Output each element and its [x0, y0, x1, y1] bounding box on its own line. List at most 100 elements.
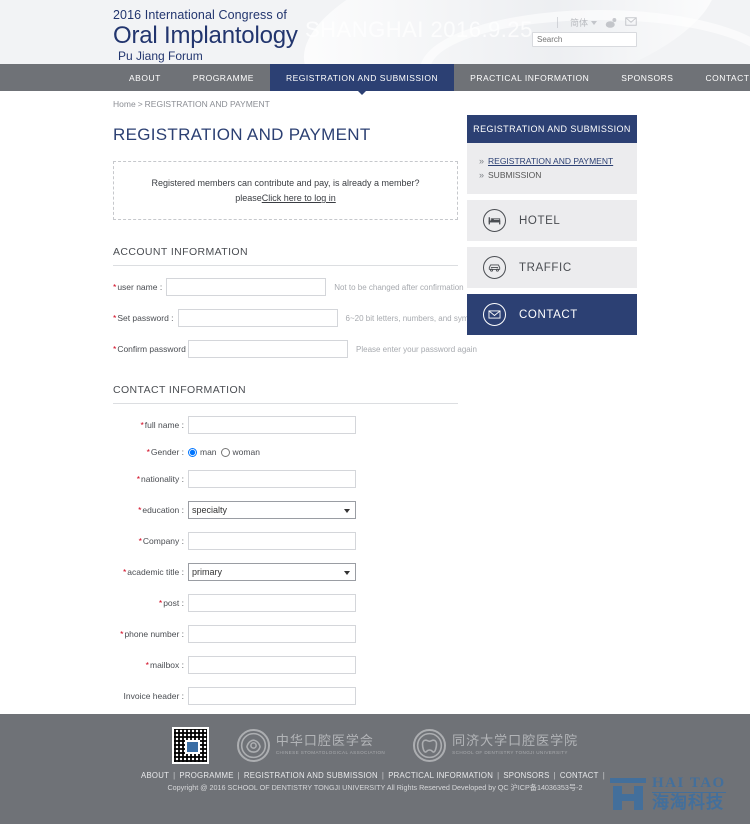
username-input[interactable]	[166, 278, 327, 296]
field-row-post: *post :	[113, 594, 458, 612]
sidebar-item-submission[interactable]: » SUBMISSION	[479, 170, 637, 180]
haitao-h-logo-icon	[610, 776, 646, 812]
confirm-password-input[interactable]	[188, 340, 348, 358]
footer-nav-contact[interactable]: CONTACT	[560, 771, 599, 780]
site-logo[interactable]: 2016 International Congress of Oral Impl…	[113, 8, 298, 63]
gender-option-woman[interactable]: woman	[220, 447, 260, 457]
field-row-nationality: *nationality :	[113, 470, 458, 488]
hint-username: Not to be changed after confirmation	[334, 282, 464, 292]
label-gender-text: Gender :	[150, 447, 184, 457]
label-company: *Company :	[113, 536, 188, 546]
chinese-stomatological-association-logo[interactable]: 中华口腔医学会 CHINESE STOMATOLOGICAL ASSOCIATI…	[236, 728, 385, 762]
nav-item-programme[interactable]: PROGRAMME	[177, 64, 270, 91]
required-marker: *	[138, 505, 142, 515]
breadcrumb-home[interactable]: Home	[113, 99, 136, 109]
chevron-right-icon: »	[479, 170, 485, 180]
haitao-watermark: HAI TAO 海淘科技	[602, 770, 750, 818]
footer-nav-programme[interactable]: PROGRAMME	[179, 771, 233, 780]
invoice-header-input[interactable]	[188, 687, 356, 705]
company-input[interactable]	[188, 532, 356, 550]
required-marker: *	[120, 629, 124, 639]
sidebar-box-label: HOTEL	[519, 214, 561, 227]
label-nationality-text: nationality :	[141, 474, 184, 484]
gender-option-man[interactable]: man	[188, 447, 217, 457]
field-row-education: *education : specialty	[113, 501, 458, 519]
label-company-text: Company :	[142, 536, 184, 546]
csa-name-cn: 中华口腔医学会	[275, 734, 374, 749]
required-marker: *	[138, 536, 142, 546]
logo-line-title: Oral Implantology	[113, 22, 298, 49]
footer-nav-about[interactable]: ABOUT	[141, 771, 169, 780]
full-name-input[interactable]	[188, 416, 356, 434]
label-username-text: user name :	[117, 282, 163, 292]
field-row-confirm-password: *Confirm password : Please enter your pa…	[113, 340, 477, 358]
search-box[interactable]	[532, 32, 663, 60]
field-row-academic-title: *academic title : primary	[113, 563, 458, 581]
sidebar-box-contact[interactable]: CONTACT	[467, 294, 637, 335]
nationality-input[interactable]	[188, 470, 356, 488]
main-navigation: ABOUT PROGRAMME REGISTRATION AND SUBMISS…	[0, 64, 750, 95]
section-title-contact-information: CONTACT INFORMATION	[113, 384, 458, 404]
field-row-phone-number: *phone number :	[113, 625, 458, 643]
academic-title-select[interactable]: primary	[188, 563, 356, 581]
label-post: *post :	[113, 598, 188, 608]
notice-prefix: please	[235, 193, 262, 203]
search-input[interactable]	[537, 33, 647, 46]
weibo-icon[interactable]	[605, 17, 617, 28]
gender-radio-man[interactable]	[188, 447, 197, 457]
phone-number-input[interactable]	[188, 625, 356, 643]
required-marker: *	[146, 447, 150, 457]
post-input[interactable]	[188, 594, 356, 612]
footer-nav-divider: |	[553, 771, 556, 780]
nav-item-about[interactable]: ABOUT	[113, 64, 177, 91]
language-switcher[interactable]: 简体	[570, 16, 597, 29]
tongji-dentistry-logo[interactable]: 同济大学口腔医学院 SCHOOL OF DENTISTRY TONGJI UNI…	[413, 728, 579, 762]
label-confirm-password-text: Confirm password :	[117, 344, 191, 354]
mailbox-input[interactable]	[188, 656, 356, 674]
footer-nav-divider: |	[381, 771, 385, 780]
sidebar-box-traffic[interactable]: TRAFFIC	[467, 247, 637, 288]
footer-nav-practical-information[interactable]: PRACTICAL INFORMATION	[388, 771, 493, 780]
nav-item-registration-and-submission[interactable]: REGISTRATION AND SUBMISSION	[269, 64, 455, 95]
site-footer: 中华口腔医学会 CHINESE STOMATOLOGICAL ASSOCIATI…	[0, 714, 750, 824]
nav-item-practical-information[interactable]: PRACTICAL INFORMATION	[454, 64, 605, 91]
qr-code-icon	[171, 726, 209, 764]
label-phone-number: *phone number :	[113, 629, 188, 639]
utility-divider	[556, 17, 558, 28]
breadcrumb-current: REGISTRATION AND PAYMENT	[144, 99, 270, 109]
gender-radio-group[interactable]: man woman	[188, 447, 260, 457]
breadcrumb: Home > REGISTRATION AND PAYMENT	[113, 91, 637, 109]
gender-radio-woman[interactable]	[220, 447, 230, 457]
label-set-password: *Set password :	[113, 313, 178, 323]
nav-item-sponsors[interactable]: SPONSORS	[605, 64, 689, 91]
required-marker: *	[113, 282, 117, 292]
footer-nav-sponsors[interactable]: SPONSORS	[503, 771, 549, 780]
car-icon	[483, 256, 506, 279]
required-marker: *	[122, 567, 127, 577]
sidebar-item-registration-and-payment[interactable]: » REGISTRATION AND PAYMENT	[479, 156, 637, 166]
page-root: 2016 International Congress of Oral Impl…	[0, 0, 750, 824]
set-password-input[interactable]	[177, 309, 338, 327]
page-title: REGISTRATION AND PAYMENT	[113, 125, 371, 144]
sidebar-box-hotel[interactable]: HOTEL	[467, 200, 637, 241]
tongji-name-cn: 同济大学口腔医学院	[452, 734, 579, 749]
language-label: 简体	[569, 18, 588, 28]
login-link[interactable]: Click here to log in	[262, 193, 336, 203]
label-invoice-header: Invoice header :	[113, 691, 188, 701]
field-row-company: *Company :	[113, 532, 458, 550]
notice-line-2: pleaseClick here to log in	[124, 191, 447, 206]
education-select-wrapper[interactable]: specialty	[188, 501, 356, 519]
nav-item-contact[interactable]: CONTACT	[689, 64, 750, 91]
sidebar-item-label: SUBMISSION	[488, 170, 542, 180]
label-invoice-header-text: Invoice header :	[123, 691, 184, 701]
footer-nav-registration-and-submission[interactable]: REGISTRATION AND SUBMISSION	[244, 771, 378, 780]
label-phone-number-text: phone number :	[124, 629, 184, 639]
main-column: REGISTRATION AND PAYMENT Registered memb…	[113, 109, 483, 766]
footer-nav-divider: |	[497, 771, 500, 780]
label-education: *education :	[113, 505, 188, 515]
hint-set-password: 6~20 bit letters, numbers, and symbols	[345, 313, 484, 323]
sidebar-box-label: CONTACT	[519, 308, 578, 321]
academic-title-select-wrapper[interactable]: primary	[188, 563, 356, 581]
mail-icon[interactable]	[625, 17, 637, 28]
education-select[interactable]: specialty	[188, 501, 356, 519]
